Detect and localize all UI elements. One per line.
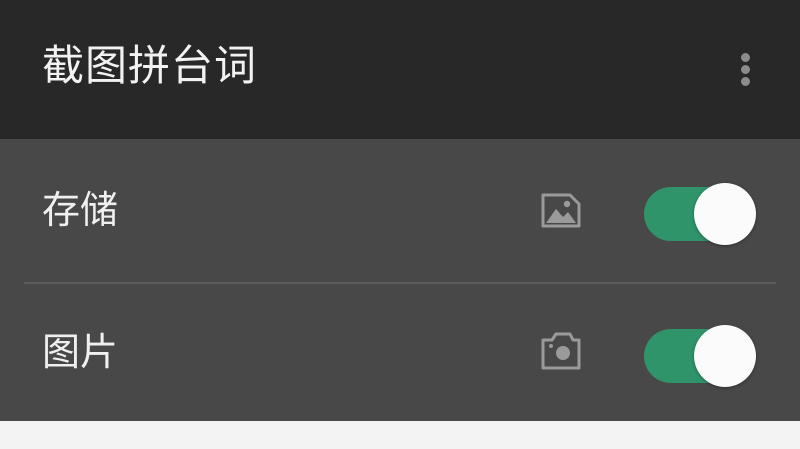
toggle-thumb — [694, 183, 756, 245]
menu-dot — [741, 53, 750, 62]
permission-label: 图片 — [42, 330, 119, 374]
permission-item-images[interactable]: 图片 — [0, 281, 800, 421]
toggle-thumb — [694, 325, 756, 387]
permissions-list: 存储 图片 — [0, 139, 800, 421]
app-screen: 截图拼台词 存储 图片 — [0, 0, 800, 449]
menu-dot — [741, 77, 750, 86]
bottom-area — [0, 421, 800, 449]
camera-icon — [541, 332, 581, 370]
storage-toggle[interactable] — [644, 183, 756, 245]
image-icon — [541, 193, 581, 228]
app-title: 截图拼台词 — [42, 41, 258, 90]
more-vert-icon[interactable] — [728, 44, 764, 94]
permission-item-storage[interactable]: 存储 — [0, 139, 800, 279]
images-toggle[interactable] — [644, 325, 756, 387]
menu-dot — [741, 65, 750, 74]
app-bar: 截图拼台词 — [0, 0, 800, 139]
permission-label: 存储 — [42, 188, 119, 232]
